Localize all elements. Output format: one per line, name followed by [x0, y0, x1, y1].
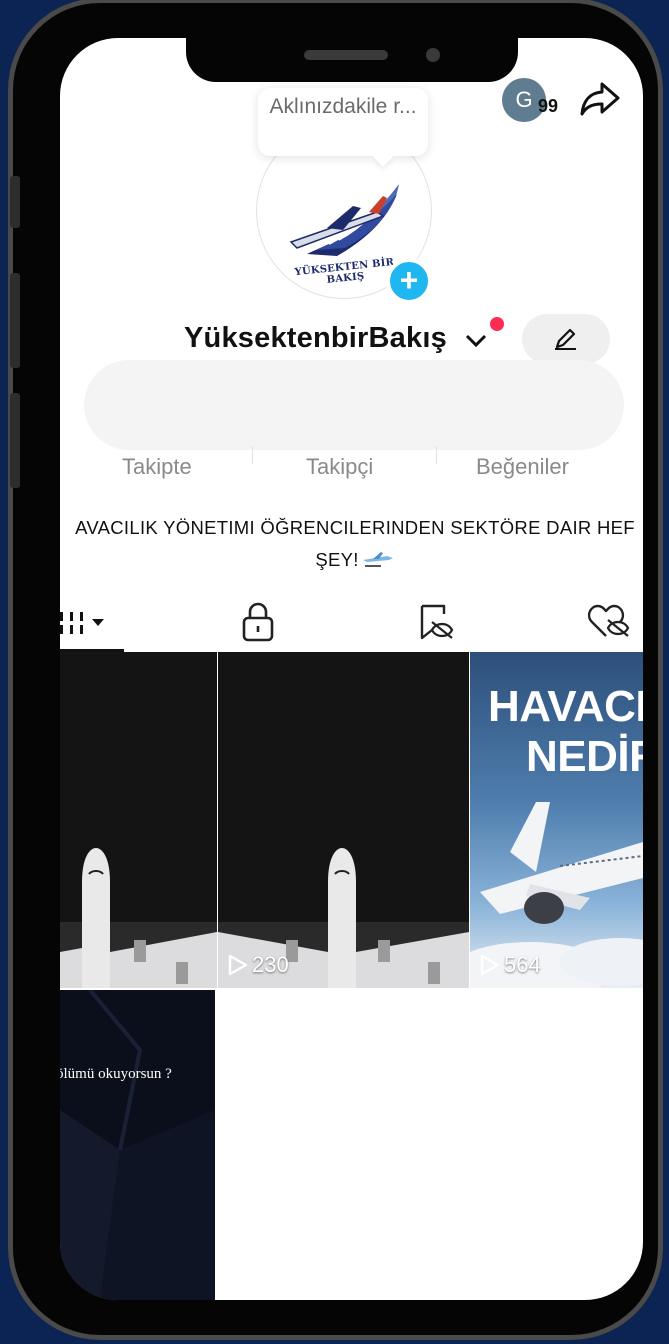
camera — [426, 48, 440, 62]
view-count-text: 564 — [504, 952, 541, 977]
edit-profile-button[interactable] — [522, 314, 610, 364]
notification-dot — [490, 317, 504, 331]
username[interactable]: YüksektenbirBakış — [184, 322, 447, 355]
view-count: 564 — [480, 952, 541, 978]
airplane-image — [60, 848, 217, 988]
airplane-emoji-icon — [362, 552, 393, 567]
content-tabs — [60, 598, 643, 653]
eye-off-icon — [420, 604, 454, 640]
play-icon — [228, 954, 248, 976]
airplane-image — [470, 802, 643, 988]
bio-line: AVACILIK YÖNETIMI ÖĞRENCILERINDEN SEKTÖR… — [75, 517, 635, 538]
lock-icon — [242, 602, 274, 642]
tab-liked[interactable] — [584, 598, 643, 652]
play-icon — [480, 954, 500, 976]
share-icon[interactable] — [578, 76, 622, 120]
bio: AVACILIK YÖNETIMI ÖĞRENCILERINDEN SEKTÖR… — [60, 512, 643, 576]
followers-label[interactable]: Takipçi — [306, 454, 373, 480]
pencil-icon — [555, 328, 576, 350]
video-caption: ölümü okuyorsun ? — [60, 1066, 172, 1082]
bio-line: ŞEY! — [60, 544, 643, 576]
side-button — [10, 393, 20, 488]
side-button — [10, 273, 20, 368]
phone-frame: YÜKSEKTEN BİR BAKIŞ + Aklınızdakile r...… — [8, 0, 663, 1340]
speaker — [304, 50, 388, 60]
tab-private[interactable] — [236, 598, 286, 652]
fabric-image — [60, 990, 215, 1300]
video-thumbnail[interactable] — [60, 652, 217, 988]
tab-hidden[interactable] — [414, 598, 464, 652]
bio-text: ŞEY! — [315, 549, 359, 570]
view-count: 230 — [228, 952, 289, 978]
stats-bar — [84, 360, 624, 450]
airplane-image — [218, 848, 469, 988]
view-count-text: 230 — [252, 952, 289, 977]
side-button — [10, 176, 20, 228]
screen: YÜKSEKTEN BİR BAKIŞ + Aklınızdakile r...… — [60, 38, 643, 1300]
heart-off-icon — [587, 604, 630, 637]
note-bubble[interactable]: Aklınızdakile r... — [258, 88, 428, 156]
chevron-down-icon[interactable] — [464, 328, 488, 352]
story-count: 99 — [538, 96, 559, 116]
grid-icon — [60, 612, 104, 634]
stat-divider — [436, 446, 437, 464]
notch — [186, 38, 518, 82]
add-photo-button[interactable]: + — [386, 258, 432, 304]
stat-divider — [252, 446, 253, 464]
video-thumbnail[interactable]: HAVACI NEDİR 564 — [470, 652, 643, 988]
video-thumbnail[interactable]: 230 — [218, 652, 469, 988]
following-label[interactable]: Takipte — [122, 454, 192, 480]
tab-videos[interactable] — [60, 598, 130, 652]
video-thumbnail[interactable]: ölümü okuyorsun ? — [60, 990, 215, 1300]
likes-label[interactable]: Beğeniler — [476, 454, 569, 480]
